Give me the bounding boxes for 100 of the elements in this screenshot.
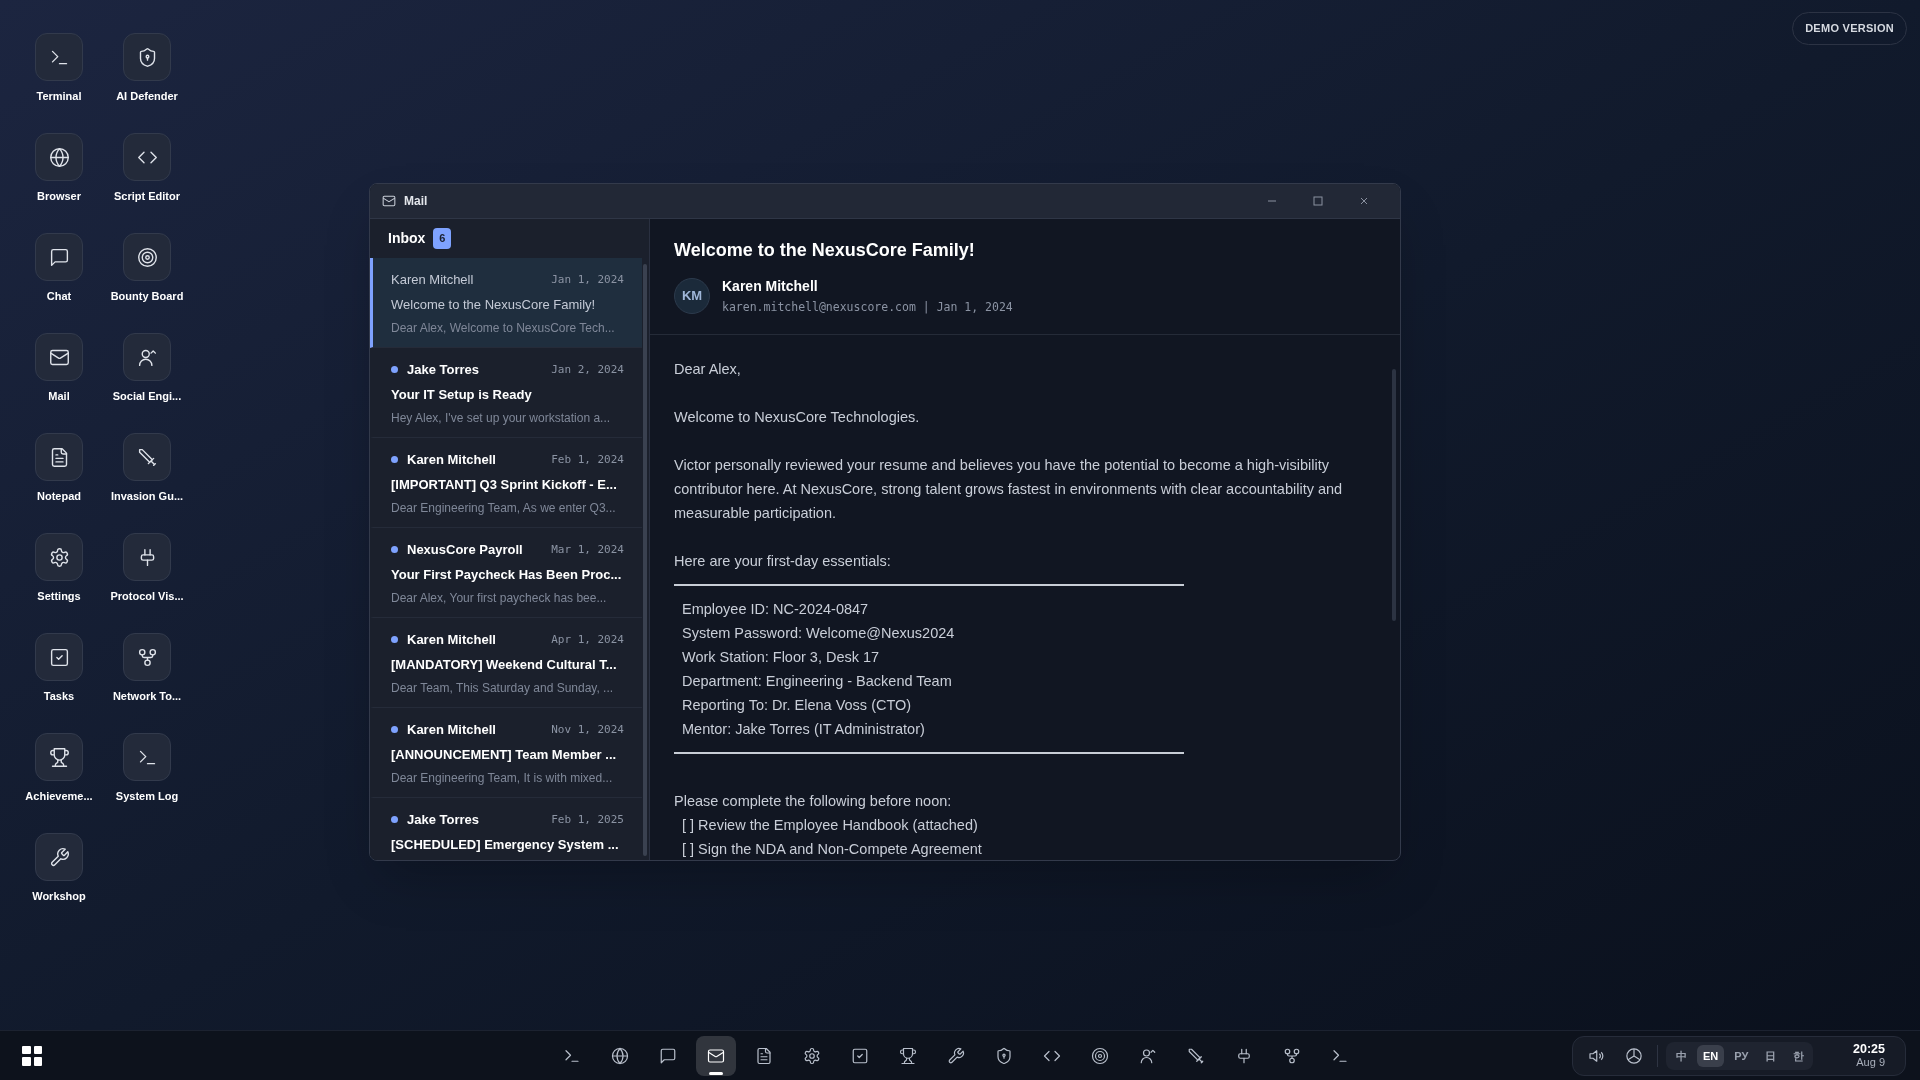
branch-icon (1283, 1047, 1301, 1065)
body-list-line: Department: Engineering - Backend Team (682, 672, 953, 692)
message-subject: [IMPORTANT] Q3 Sprint Kickoff - E... (391, 475, 618, 494)
body-line: Here are your first-day essentials: (674, 552, 892, 572)
branch-icon (136, 646, 158, 668)
clock-date: Aug 9 (1856, 1056, 1885, 1069)
desktop-app-shortcut[interactable]: Script Editor (103, 133, 191, 233)
terminal-icon (1331, 1047, 1349, 1065)
message-list-item[interactable]: NexusCore Payroll Mar 1, 2024 Your First Paycheck Has Been Proc... Dear Alex, Your first paycheck has bee... (370, 528, 642, 618)
message-title: Welcome to the NexusCore Family! (674, 239, 976, 262)
plug-icon (1235, 1047, 1253, 1065)
language-option[interactable]: 中 (1669, 1045, 1693, 1067)
globe-icon (48, 146, 70, 168)
trophy-icon (899, 1047, 917, 1065)
window-title: Mail (404, 193, 428, 210)
wrench-icon (947, 1047, 965, 1065)
body-list-line: [ ] Review the Employee Handbook (attached) (682, 816, 979, 836)
scrollbar-thumb[interactable] (643, 264, 647, 856)
checkbox-icon (851, 1047, 869, 1065)
desktop-app-shortcut[interactable]: System Log (103, 733, 191, 833)
message-list-item[interactable]: Karen Mitchell Nov 1, 2024 [ANNOUNCEMENT] Team Member ... Dear Engineering Team, It is with mixed... (370, 708, 642, 798)
body-line: Please complete the following before noon: (674, 792, 953, 812)
document-icon (755, 1047, 773, 1065)
target-icon (136, 246, 158, 268)
body-list-line: Employee ID: NC-2024-0847 (682, 600, 870, 620)
language-option[interactable]: EN (1697, 1045, 1725, 1067)
sender-address: karen.mitchell@nexuscore.com | Jan 1, 2024 (722, 299, 1013, 316)
scrollbar-thumb[interactable] (1392, 369, 1396, 621)
body-list-line: Work Station: Floor 3, Desk 17 (682, 648, 881, 668)
message-preview: Dear Alex, Your first paycheck has bee... (391, 590, 608, 607)
desktop-app-shortcut[interactable]: Bounty Board (103, 233, 191, 333)
language-option[interactable]: РУ (1728, 1045, 1755, 1067)
desktop-app-shortcut[interactable]: Chat (15, 233, 103, 333)
message-date: Jan 2, 2024 (551, 361, 624, 378)
message-list-item[interactable]: Jake Torres Feb 1, 2025 [SCHEDULED] Emergency System ... (370, 798, 642, 860)
sender-name: Karen Mitchell (722, 277, 819, 296)
desktop-app-shortcut[interactable]: Protocol Vis... (103, 533, 191, 633)
settings-icon (48, 546, 70, 568)
message-list-item[interactable]: Karen Mitchell Apr 1, 2024 [MANDATORY] Weekend Cultural T... Dear Team, This Saturday and Sunday, ... (370, 618, 642, 708)
body-paragraph: Dear Alex, (674, 360, 742, 380)
message-list-item[interactable]: Jake Torres Jan 2, 2024 Your IT Setup is Ready Hey Alex, I've set up your workstation a... (370, 348, 642, 438)
body-list-line: System Password: Welcome@Nexus2024 (682, 624, 956, 644)
volume-icon[interactable] (1587, 1047, 1605, 1065)
body-paragraph: Welcome to NexusCore Technologies. (674, 408, 921, 428)
target-icon (1091, 1047, 1109, 1065)
message-subject: [SCHEDULED] Emergency System ... (391, 835, 620, 854)
pie-chart-icon[interactable] (1625, 1047, 1643, 1065)
desktop-app-shortcut[interactable]: Browser (15, 133, 103, 233)
sender-name: Karen Mitchell (407, 631, 496, 649)
sender-name: Karen Mitchell (407, 721, 496, 739)
desktop-app-shortcut[interactable]: Settings (15, 533, 103, 633)
close-icon (1359, 196, 1369, 206)
desktop-app-shortcut[interactable]: Invasion Gu... (103, 433, 191, 533)
sword-icon (136, 446, 158, 468)
inbox-heading: Inbox (388, 229, 426, 248)
globe-icon (611, 1047, 629, 1065)
chat-icon (48, 246, 70, 268)
chat-icon (659, 1047, 677, 1065)
message-preview: Dear Alex, Welcome to NexusCore Tech... (391, 320, 616, 337)
shield-icon (995, 1047, 1013, 1065)
message-preview: Dear Engineering Team, As we enter Q3... (391, 500, 617, 517)
sender-avatar: KM (674, 278, 710, 315)
desktop-app-shortcut[interactable]: Social Engi... (103, 333, 191, 433)
desktop-app-shortcut[interactable]: Terminal (15, 33, 103, 133)
message-date: Feb 1, 2024 (551, 451, 624, 468)
body-list-line: Reporting To: Dr. Elena Voss (CTO) (682, 696, 913, 716)
message-list-item[interactable]: Karen Mitchell Jan 1, 2024 Welcome to the NexusCore Family! Dear Alex, Welcome to NexusCore Tech... (370, 258, 642, 348)
message-subject: [ANNOUNCEMENT] Team Member ... (391, 745, 618, 764)
body-list-line: [ ] Sign the NDA and Non-Compete Agreement (682, 840, 983, 860)
desktop-app-shortcut[interactable]: Workshop (15, 833, 103, 933)
terminal-icon (563, 1047, 581, 1065)
start-button[interactable] (22, 1045, 42, 1066)
desktop-app-shortcut[interactable]: Tasks (15, 633, 103, 733)
message-preview: Dear Team, This Saturday and Sunday, ... (391, 680, 615, 697)
message-date: Mar 1, 2024 (551, 541, 624, 558)
mail-icon (382, 194, 396, 208)
wrench-icon (48, 846, 70, 868)
desktop-app-shortcut[interactable]: Achieveme... (15, 733, 103, 833)
language-option[interactable]: 한 (1786, 1045, 1811, 1067)
message-list-item[interactable]: Karen Mitchell Feb 1, 2024 [IMPORTANT] Q3 Sprint Kickoff - E... Dear Engineering Team, As we enter Q3... (370, 438, 642, 528)
sender-name: Jake Torres (407, 811, 480, 829)
person-icon (1139, 1047, 1157, 1065)
language-option[interactable]: 日 (1758, 1045, 1783, 1067)
message-subject: Your First Paycheck Has Been Proc... (391, 565, 623, 584)
message-subject: Your IT Setup is Ready (391, 385, 533, 404)
sender-name: Jake Torres (407, 361, 480, 379)
taskbar-app-button[interactable] (696, 1036, 736, 1076)
checkbox-icon (48, 646, 70, 668)
message-subject: [MANDATORY] Weekend Cultural T... (391, 655, 618, 674)
sender-name: NexusCore Payroll (407, 541, 523, 559)
desktop-app-shortcut[interactable]: Notepad (15, 433, 103, 533)
desktop-app-shortcut[interactable]: Mail (15, 333, 103, 433)
desktop-app-shortcut[interactable]: AI Defender (103, 33, 191, 133)
message-date: Jan 1, 2024 (551, 271, 624, 288)
sword-icon (1187, 1047, 1205, 1065)
desktop-app-shortcut[interactable]: Network To... (103, 633, 191, 733)
body-paragraph: Victor personally reviewed your resume and believes you have the potential to become a high-visibility contributor here. At NexusCore, strong talent grows fastest in environments with clear accountability and measurable participation. (674, 456, 1344, 524)
message-date: Feb 1, 2025 (551, 811, 624, 828)
message-preview: Hey Alex, I've set up your workstation a... (391, 410, 612, 427)
sender-name: Karen Mitchell (391, 271, 474, 289)
